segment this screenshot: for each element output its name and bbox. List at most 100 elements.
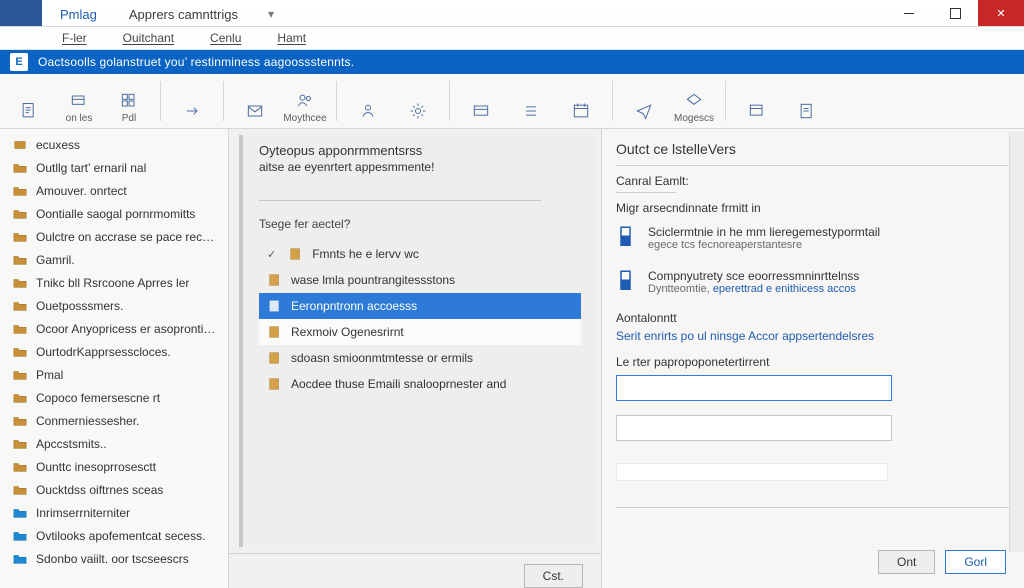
right-cancel-button[interactable]: Ont	[878, 550, 935, 574]
sidebar-item[interactable]: Copoco femersescne rt	[0, 386, 228, 409]
sidebar-item[interactable]: ecuxess	[0, 133, 228, 156]
app-accent	[0, 0, 42, 26]
sidebar-item[interactable]: Apccstsmits..	[0, 432, 228, 455]
mail-icon	[244, 100, 266, 122]
report-icon	[796, 100, 818, 122]
sidebar-item-label: Oontialle saogal pornrmomitts	[36, 207, 195, 221]
mid-panel: Oyteopus apponrmmentsrss aitse ae eyenrt…	[229, 129, 602, 588]
sidebar-item-label: Copoco femersescne rt	[36, 391, 160, 405]
right-input-secondary[interactable]	[616, 415, 892, 441]
sidebar-item[interactable]: Ocoor Anyopricess er asoprontime srnnte	[0, 317, 228, 340]
window-minimize-button[interactable]	[886, 0, 932, 26]
folder-icon	[12, 367, 28, 383]
mid-cancel-button[interactable]: Cst.	[524, 564, 583, 588]
send-icon	[633, 100, 655, 122]
sidebar-item[interactable]: Sdonbo vaiilt. oor tscseescrs	[0, 547, 228, 570]
toolbar-button[interactable]	[6, 78, 52, 124]
option-label: Fmnts he e lervv wc	[312, 247, 419, 261]
option-item[interactable]: sdoasn smioonmtmtesse or ermils	[259, 345, 581, 371]
ribbon-app-icon: E	[10, 53, 28, 71]
option-icon	[267, 272, 283, 288]
sidebar-item[interactable]: Amouver. onrtect	[0, 179, 228, 202]
right-subheading2: Migr arsecndinnate frmitt in	[616, 201, 1010, 215]
arrow-icon	[181, 100, 203, 122]
toolbar-button[interactable]: Mogescs	[671, 78, 717, 124]
sidebar-item[interactable]: Pmal	[0, 363, 228, 386]
right-ok-button[interactable]: Gorl	[945, 550, 1006, 574]
toolbar-button[interactable]	[232, 78, 278, 124]
sidebar-item[interactable]: Tnikc bll Rsrcoone Aprres ler	[0, 271, 228, 294]
toolbar-button[interactable]	[784, 78, 830, 124]
outlook-icon	[12, 528, 28, 544]
right-footer: Ont Gorl	[616, 540, 1010, 582]
sidebar-item-label: Ounttc inesoprrosesctt	[36, 460, 156, 474]
calendar-icon	[570, 100, 592, 122]
option-item[interactable]: Aocdee thuse Emaili snalooprnester and	[259, 371, 581, 397]
menu-item[interactable]: F-ler	[44, 31, 105, 45]
sidebar-item[interactable]: OurtodrKapprsesscloces.	[0, 340, 228, 363]
titlebar: Pmlag Apprers camnttrigs ▾	[0, 0, 1024, 27]
ribbon-strip: E Oactsoolls golanstruet you’ restinmine…	[0, 50, 1024, 74]
right-heading3: Aontalonntt	[616, 311, 1010, 325]
toolbar-button[interactable]	[458, 78, 504, 124]
sidebar-item[interactable]: Conmerniessesher.	[0, 409, 228, 432]
mid-footer: Cst.	[229, 553, 601, 588]
option-icon	[267, 324, 283, 340]
sidebar-item[interactable]: Gamril.	[0, 248, 228, 271]
toolbar-button[interactable]: on les	[56, 78, 102, 124]
option-item[interactable]: wase lmla pountrangitessstons	[259, 267, 581, 293]
window-maximize-button[interactable]	[932, 0, 978, 26]
sidebar-item[interactable]: Inrimserrniterniter	[0, 501, 228, 524]
option-item[interactable]: Fmnts he e lervv wc	[259, 241, 581, 267]
sidebar-item[interactable]: Ounttc inesoprrosesctt	[0, 455, 228, 478]
window-close-button[interactable]	[978, 0, 1024, 26]
info-icon	[616, 225, 638, 253]
toolbar-button[interactable]: Pdl	[106, 78, 152, 124]
option-item[interactable]: Rexmoiv Ogenesrirnt	[259, 319, 581, 345]
option-item[interactable]: Eeronpntronn accoesss	[259, 293, 581, 319]
right-placeholder-bar	[616, 463, 888, 481]
folder-icon	[12, 436, 28, 452]
sidebar-item[interactable]: Ouetposssmers.	[0, 294, 228, 317]
workspace: ecuxess Outllg tart’ ernaril nal Amouver. …	[0, 129, 1024, 588]
folder-icon	[12, 206, 28, 222]
sidebar-item[interactable]: Oontialle saogal pornrmomitts	[0, 202, 228, 225]
sidebar-item-label: Sdonbo vaiilt. oor tscseescrs	[36, 552, 189, 566]
sidebar-item[interactable]: Outllg tart’ ernaril nal	[0, 156, 228, 179]
sidebar-item-label: Oucktdss oiftrnes sceas	[36, 483, 163, 497]
toolbar-button[interactable]	[734, 78, 780, 124]
window-icon	[746, 100, 768, 122]
toolbar-label: Mogescs	[674, 114, 714, 124]
right-link[interactable]: Serit enrirts po ul ninsge Accor appsert…	[616, 329, 1010, 343]
grid-icon	[118, 90, 140, 112]
scrollbar[interactable]	[1009, 132, 1024, 552]
toolbar-button[interactable]	[508, 78, 554, 124]
toolbar-button[interactable]: Moythcee	[282, 78, 328, 124]
sidebar-item-label: Outllg tart’ ernaril nal	[36, 161, 146, 175]
sidebar-item[interactable]: Oulctre on accrase se pace recess.	[0, 225, 228, 248]
menu-item[interactable]: Ouitchant	[105, 31, 192, 45]
ribbon-message: Oactsoolls golanstruet you’ restinminess…	[38, 55, 354, 69]
toolbar-button[interactable]	[558, 78, 604, 124]
option-label: wase lmla pountrangitessstons	[291, 273, 455, 287]
menu-item[interactable]: Cenlu	[192, 31, 259, 45]
toolbar-button[interactable]	[169, 78, 215, 124]
toolbar-button[interactable]	[621, 78, 667, 124]
sidebar-item[interactable]: Oucktdss oiftrnes sceas	[0, 478, 228, 501]
title-tab-overflow-icon[interactable]: ▾	[258, 2, 284, 26]
outlook-icon	[12, 551, 28, 567]
right-input-primary[interactable]	[616, 375, 892, 401]
title-tab-active[interactable]: Pmlag	[44, 2, 113, 26]
option-label: Aocdee thuse Emaili snalooprnester and	[291, 377, 506, 391]
menu-item[interactable]: Hamt	[259, 31, 324, 45]
toolbar-button[interactable]	[345, 78, 391, 124]
inline-link[interactable]: eperettrad e enithicess accos	[713, 283, 856, 295]
folder-icon	[12, 229, 28, 245]
option-icon	[267, 298, 283, 314]
right-info-block: Sciclermtnie in he mm lieregemestypormta…	[616, 225, 1010, 253]
toolbar-button[interactable]	[395, 78, 441, 124]
folder-icon	[12, 321, 28, 337]
title-tab-secondary[interactable]: Apprers camnttrigs	[113, 2, 254, 26]
sidebar-item[interactable]: Ovtilooks apofementcat secess.	[0, 524, 228, 547]
option-label: Eeronpntronn accoesss	[291, 299, 417, 313]
